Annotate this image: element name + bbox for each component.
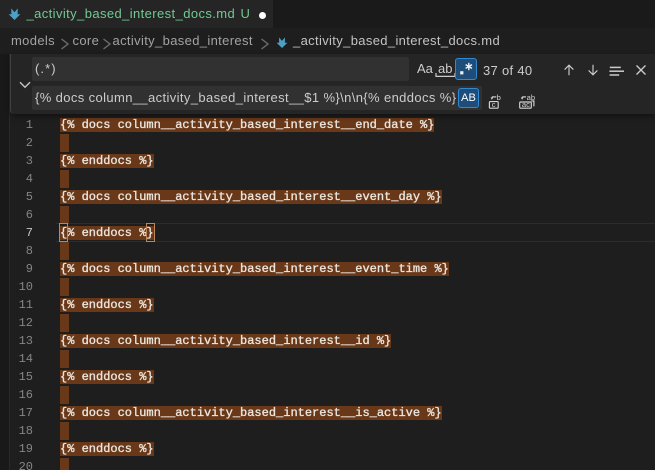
svg-text:b: b bbox=[497, 94, 501, 102]
svg-text:ac: ac bbox=[522, 100, 530, 109]
svg-text:c: c bbox=[492, 100, 496, 109]
